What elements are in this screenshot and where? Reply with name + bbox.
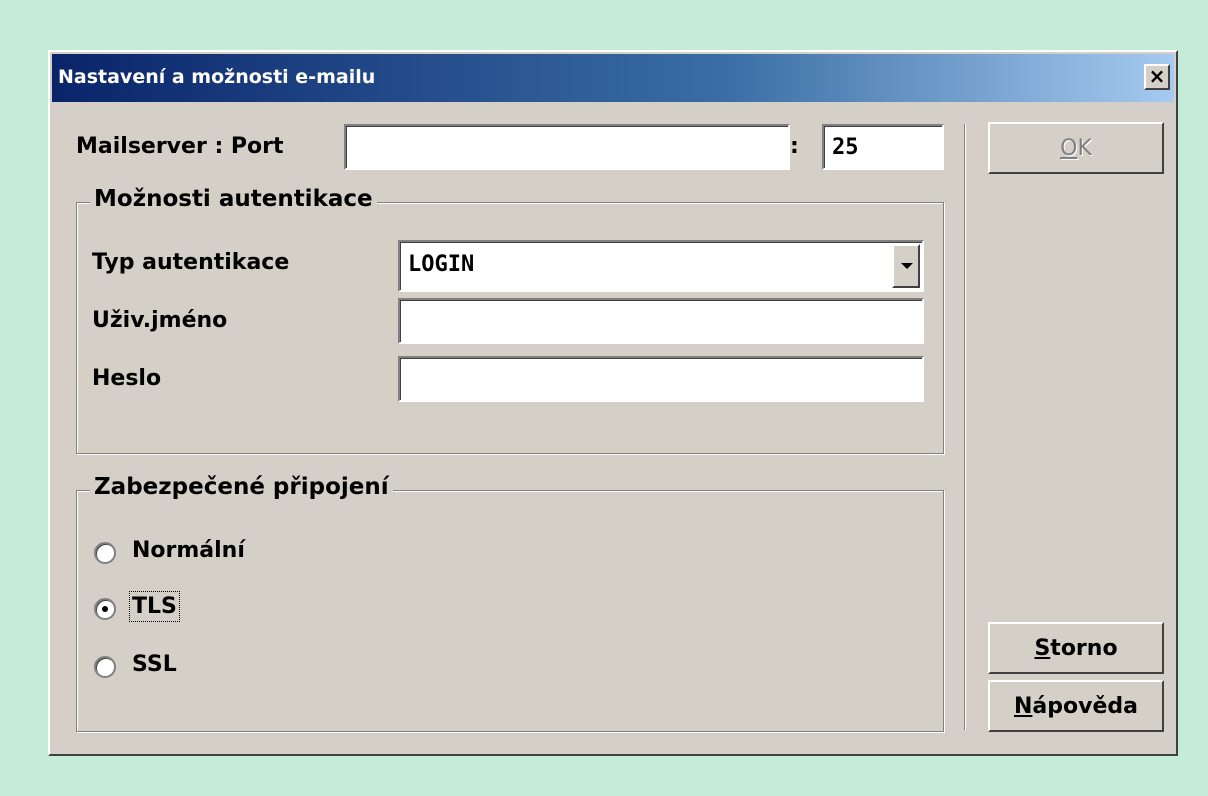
- help-button[interactable]: Nápověda: [988, 680, 1164, 732]
- close-button[interactable]: ×: [1144, 64, 1170, 90]
- radio-normal-label: Normální: [132, 538, 245, 563]
- vertical-divider: [964, 124, 966, 730]
- auth-group-legend: Možnosti autentikace: [90, 186, 377, 212]
- username-label: Uživ.jméno: [92, 308, 228, 333]
- title-bar[interactable]: Nastavení a možnosti e-mailu ×: [52, 54, 1174, 102]
- secure-connection-groupbox: [76, 490, 944, 732]
- auth-type-select[interactable]: LOGIN: [398, 240, 924, 292]
- password-label: Heslo: [92, 366, 162, 391]
- radio-icon[interactable]: [94, 542, 116, 564]
- radio-tls-label: TLS: [129, 591, 180, 622]
- cancel-button[interactable]: Storno: [988, 622, 1164, 674]
- radio-icon[interactable]: [94, 598, 116, 620]
- mailserver-port-label: Mailserver : Port: [76, 134, 284, 159]
- secure-connection-legend: Zabezpečené připojení: [90, 474, 393, 500]
- chevron-down-icon[interactable]: [892, 244, 920, 288]
- port-separator: :: [790, 134, 799, 159]
- username-input[interactable]: [398, 298, 924, 344]
- close-icon: ×: [1148, 64, 1166, 88]
- window-title: Nastavení a možnosti e-mailu: [58, 66, 376, 88]
- auth-type-value: LOGIN: [408, 252, 475, 277]
- auth-type-label: Typ autentikace: [92, 250, 290, 275]
- ok-button[interactable]: OK: [988, 122, 1164, 174]
- email-settings-dialog: Nastavení a možnosti e-mailu × Mailserve…: [48, 50, 1178, 756]
- password-input[interactable]: [398, 356, 924, 402]
- port-input[interactable]: [822, 124, 944, 170]
- radio-icon[interactable]: [94, 656, 116, 678]
- radio-ssl-label: SSL: [132, 652, 177, 677]
- mailserver-input[interactable]: [344, 124, 790, 170]
